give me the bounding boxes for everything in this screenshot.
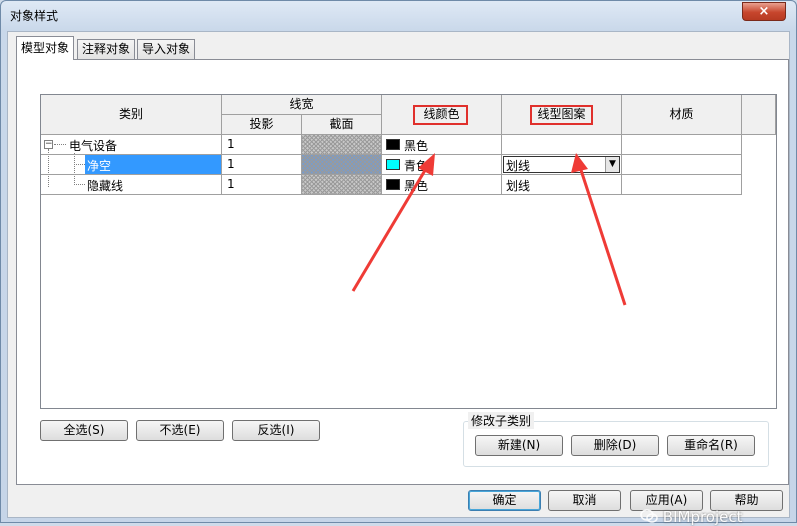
- material-cell[interactable]: [622, 175, 742, 195]
- projection-cell[interactable]: 1: [222, 155, 302, 175]
- title-bar[interactable]: 对象样式 ×: [1, 1, 796, 31]
- select-all-button[interactable]: 全选(S): [40, 420, 128, 441]
- line-color-highlight: [413, 105, 468, 125]
- projection-cell[interactable]: 1: [222, 175, 302, 195]
- line-color-cell[interactable]: 黑色: [382, 175, 502, 195]
- category-name: 电气设备: [69, 139, 118, 153]
- modify-subcategory-label: 修改子类别: [468, 412, 535, 429]
- line-pattern-cell[interactable]: 划线: [502, 175, 622, 195]
- dialog-client-area: 模型对象 注释对象 导入对象 类别 线宽 投影 截面 线颜色 线型图案 材质 −…: [7, 31, 790, 526]
- projection-cell[interactable]: 1: [222, 135, 302, 155]
- delete-subcategory-button[interactable]: 删除(D): [571, 435, 659, 456]
- color-name: 青色: [404, 159, 429, 173]
- line-pattern-cell[interactable]: 划线 ▼: [502, 155, 622, 175]
- header-category[interactable]: 类别: [41, 95, 222, 135]
- wechat-icon: [640, 509, 658, 523]
- color-name: 黑色: [404, 139, 429, 153]
- close-icon: ×: [758, 4, 770, 19]
- header-line-weight: 线宽: [222, 95, 382, 115]
- tab-imported-objects[interactable]: 导入对象: [137, 39, 196, 59]
- color-swatch: [386, 159, 400, 170]
- color-swatch: [386, 139, 400, 150]
- header-projection[interactable]: 投影: [222, 115, 302, 135]
- category-cell[interactable]: − 电气设备: [41, 135, 222, 155]
- object-styles-grid: 类别 线宽 投影 截面 线颜色 线型图案 材质 − 电气设备 1 黑色 净空 1…: [40, 94, 777, 409]
- header-filler: [742, 95, 776, 135]
- chevron-down-icon[interactable]: ▼: [605, 157, 619, 172]
- close-button[interactable]: ×: [742, 2, 786, 21]
- tab-annotation-objects[interactable]: 注释对象: [77, 39, 136, 59]
- line-pattern-dropdown[interactable]: 划线 ▼: [503, 156, 620, 173]
- invert-selection-button[interactable]: 反选(I): [232, 420, 320, 441]
- watermark: BIMproject: [640, 508, 743, 526]
- collapse-icon[interactable]: −: [44, 140, 53, 149]
- line-color-cell[interactable]: 青色: [382, 155, 502, 175]
- color-swatch: [386, 179, 400, 190]
- category-name: 隐藏线: [87, 179, 124, 193]
- ok-button[interactable]: 确定: [468, 490, 541, 511]
- cancel-button[interactable]: 取消: [548, 490, 621, 511]
- material-cell[interactable]: [622, 135, 742, 155]
- cut-cell: [302, 135, 382, 155]
- object-styles-dialog: 对象样式 × 模型对象 注释对象 导入对象 类别 线宽 投影 截面 线颜色 线型…: [0, 0, 797, 526]
- header-material[interactable]: 材质: [622, 95, 742, 135]
- line-color-cell[interactable]: 黑色: [382, 135, 502, 155]
- category-cell[interactable]: 隐藏线: [41, 175, 222, 195]
- material-cell[interactable]: [622, 155, 742, 175]
- header-cut[interactable]: 截面: [302, 115, 382, 135]
- category-cell[interactable]: 净空: [41, 155, 222, 175]
- category-name: 净空: [87, 159, 112, 173]
- line-pattern-cell[interactable]: [502, 135, 622, 155]
- new-subcategory-button[interactable]: 新建(N): [475, 435, 563, 456]
- tab-model-objects[interactable]: 模型对象: [16, 36, 75, 60]
- select-none-button[interactable]: 不选(E): [136, 420, 224, 441]
- watermark-text: BIMproject: [662, 508, 743, 526]
- cut-cell: [302, 155, 382, 175]
- dropdown-value: 划线: [506, 159, 531, 173]
- cut-cell: [302, 175, 382, 195]
- line-pattern-highlight: [530, 105, 593, 125]
- dialog-title: 对象样式: [10, 9, 59, 23]
- color-name: 黑色: [404, 179, 429, 193]
- rename-subcategory-button[interactable]: 重命名(R): [667, 435, 755, 456]
